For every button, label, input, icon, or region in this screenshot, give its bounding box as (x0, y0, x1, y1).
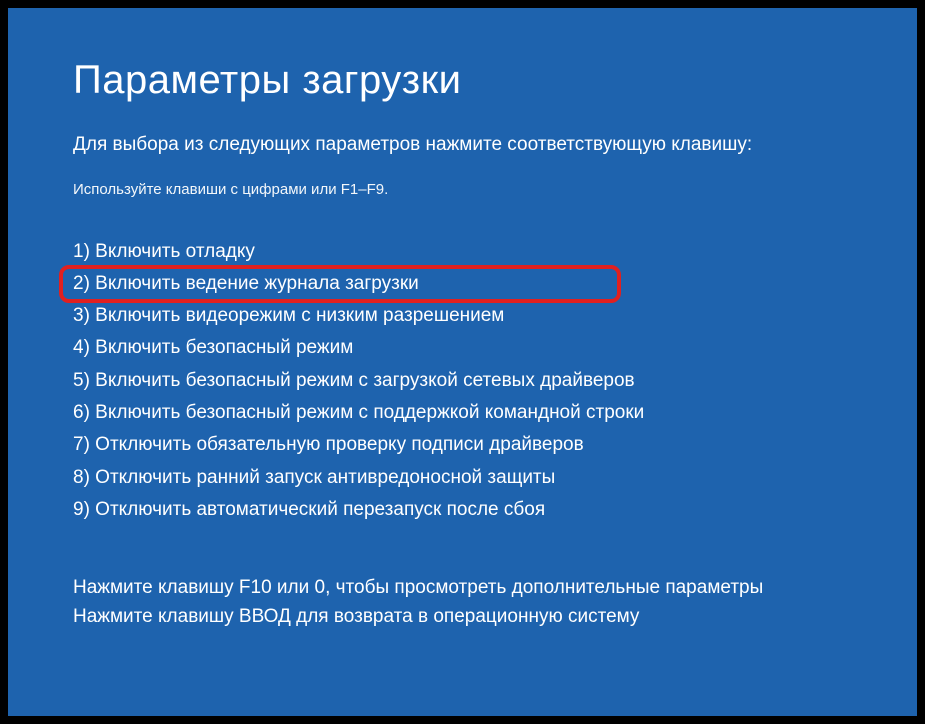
footer-instructions: Нажмите клавишу F10 или 0, чтобы просмот… (73, 574, 852, 631)
option-1[interactable]: 1) Включить отладку (73, 236, 255, 268)
option-2[interactable]: 2) Включить ведение журнала загрузки (73, 268, 419, 300)
options-list: 1) Включить отладку 2) Включить ведение … (73, 236, 852, 527)
instruction-text: Для выбора из следующих параметров нажми… (73, 131, 852, 159)
option-5[interactable]: 5) Включить безопасный режим с загрузкой… (73, 365, 635, 397)
footer-line-2: Нажмите клавишу ВВОД для возврата в опер… (73, 603, 852, 632)
footer-line-1: Нажмите клавишу F10 или 0, чтобы просмот… (73, 574, 852, 603)
option-3[interactable]: 3) Включить видеорежим с низким разрешен… (73, 300, 504, 332)
option-7[interactable]: 7) Отключить обязательную проверку подпи… (73, 429, 584, 461)
option-9[interactable]: 9) Отключить автоматический перезапуск п… (73, 494, 545, 526)
option-4[interactable]: 4) Включить безопасный режим (73, 332, 353, 364)
hint-text: Используйте клавиши с цифрами или F1–F9. (73, 181, 852, 198)
page-title: Параметры загрузки (73, 58, 852, 103)
startup-settings-screen: Параметры загрузки Для выбора из следующ… (8, 8, 917, 716)
option-8[interactable]: 8) Отключить ранний запуск антивредоносн… (73, 462, 555, 494)
option-6[interactable]: 6) Включить безопасный режим с поддержко… (73, 397, 644, 429)
